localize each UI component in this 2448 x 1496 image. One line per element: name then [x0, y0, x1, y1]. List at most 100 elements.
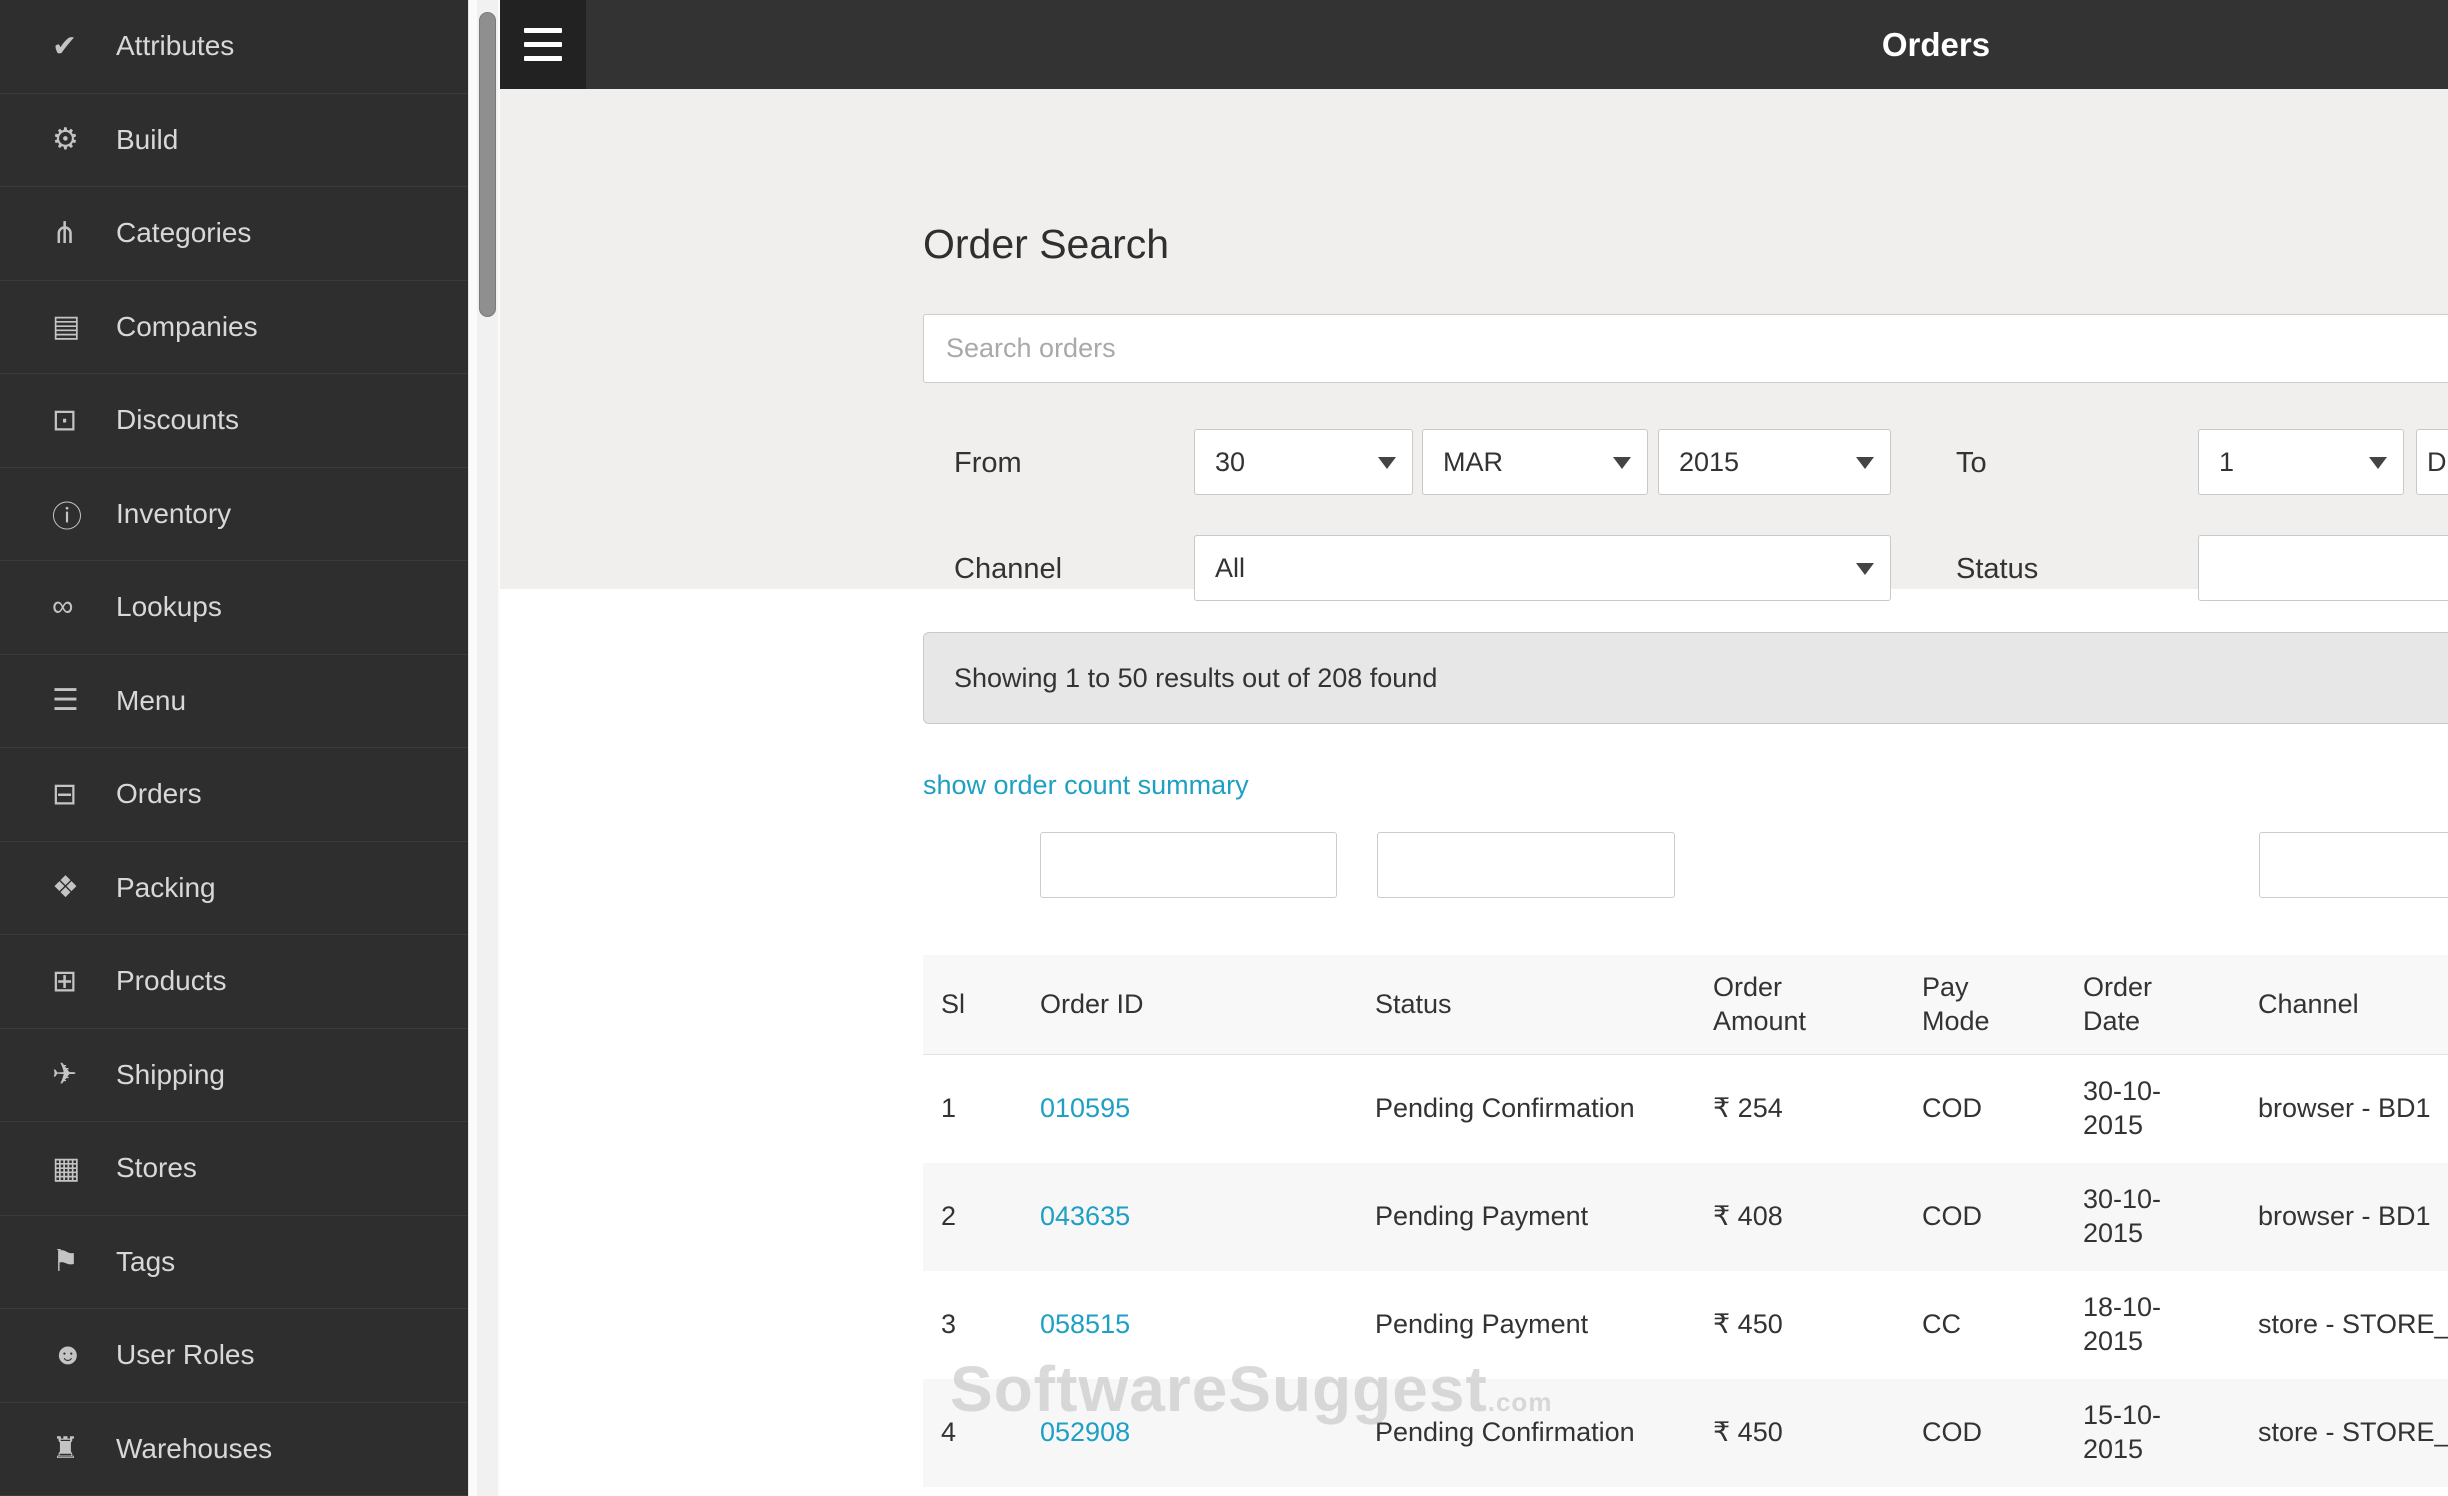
channel-label: Channel	[954, 553, 1063, 585]
from-year-select[interactable]: 2015	[1658, 429, 1891, 495]
banknote-icon: ⊡	[52, 403, 78, 437]
cell-pay-mode: CC	[1922, 1309, 1961, 1340]
sidebar-item-label: Shipping	[116, 1058, 225, 1090]
cell-channel: browser - BD1	[2258, 1201, 2431, 1232]
check-icon: ✔	[52, 29, 78, 63]
cell-status: Pending Payment	[1375, 1201, 1589, 1232]
to-month-select[interactable]: D	[2416, 429, 2448, 495]
cell-channel: browser - BD1	[2258, 1093, 2431, 1124]
cell-channel: store - STORE_	[2258, 1309, 2448, 1340]
sidebar-item-label: Menu	[116, 684, 187, 716]
header-order-date: Order Date	[2083, 971, 2153, 1036]
cell-order-date: 30-10-2015	[2083, 1076, 2162, 1140]
chevron-down-icon	[1613, 457, 1631, 469]
status-label: Status	[1956, 553, 2039, 585]
warehouse-icon: ♜	[52, 1432, 79, 1466]
cell-sl: 3	[941, 1309, 957, 1340]
header-order-amount: Order Amount	[1713, 971, 1807, 1036]
sidebar-item-label: User Roles	[116, 1339, 255, 1371]
from-day-select[interactable]: 30	[1194, 429, 1413, 495]
order-id-filter-input[interactable]	[1040, 832, 1337, 898]
sidebar-item-orders[interactable]: ⊟ Orders	[0, 748, 468, 842]
sidebar-item-inventory[interactable]: ⓘ Inventory	[0, 468, 468, 561]
tag-icon: ⚑	[52, 1245, 79, 1279]
header-pay-mode: Pay Mode	[1922, 971, 1990, 1036]
sidebar-item-label: Categories	[116, 217, 252, 249]
status-filter-input[interactable]	[1377, 832, 1675, 898]
cell-sl: 2	[941, 1201, 957, 1232]
sidebar-item-products[interactable]: ⊞ Products	[0, 935, 468, 1029]
page-title: Orders	[1881, 26, 1991, 63]
status-select[interactable]	[2198, 535, 2448, 601]
order-count-summary-link[interactable]: show order count summary	[923, 770, 1249, 801]
results-summary-text: Showing 1 to 50 results out of 208 found	[954, 662, 1438, 693]
truck-icon: ✈	[52, 1058, 78, 1092]
chevron-down-icon	[1856, 457, 1874, 469]
sidebar-scrollbar[interactable]	[468, 0, 500, 1496]
sidebar-item-user-roles[interactable]: ☻ User Roles	[0, 1309, 468, 1403]
gears-icon: ⚙	[52, 123, 79, 157]
sidebar-item-companies[interactable]: ▤ Companies	[0, 281, 468, 374]
to-day-select[interactable]: 1	[2198, 429, 2404, 495]
results-summary-bar: Showing 1 to 50 results out of 208 found	[923, 632, 2448, 724]
search-orders-input[interactable]	[923, 314, 2448, 383]
table-body: 1 010595 Pending Confirmation ₹ 254 COD …	[923, 1055, 2448, 1487]
money-icon: ⊟	[52, 777, 78, 811]
orders-table: Sl Order ID Status Order Amount Pay Mode…	[923, 955, 2448, 1487]
order-search-panel: Order Search From 30 MAR 2015 To 1 D Cha…	[500, 89, 2448, 601]
from-year-value: 2015	[1679, 446, 1740, 477]
cell-channel: store - STORE_	[2258, 1417, 2448, 1448]
sidebar-item-attributes[interactable]: ✔ Attributes	[0, 0, 468, 94]
chevron-down-icon	[2369, 457, 2387, 469]
sidebar-item-lookups[interactable]: ∞ Lookups	[0, 561, 468, 655]
cell-status: Pending Confirmation	[1375, 1093, 1635, 1124]
cell-amount: ₹ 408	[1713, 1201, 1783, 1232]
sidebar-item-label: Inventory	[116, 497, 232, 529]
cell-status: Pending Payment	[1375, 1309, 1589, 1340]
sidebar-item-warehouses[interactable]: ♜ Warehouses	[0, 1403, 468, 1496]
order-id-link[interactable]: 058515	[1040, 1308, 1130, 1342]
cell-amount: ₹ 450	[1713, 1309, 1783, 1340]
sidebar-item-menu[interactable]: ☰ Menu	[0, 655, 468, 748]
chevron-down-icon	[1378, 457, 1396, 469]
channel-select[interactable]: All	[1194, 535, 1891, 601]
from-day-value: 30	[1215, 446, 1246, 477]
sidebar-item-label: Discounts	[116, 404, 239, 436]
sidebar-item-discounts[interactable]: ⊡ Discounts	[0, 374, 468, 468]
users-icon: ☻	[52, 1338, 84, 1372]
store-building-icon: ▦	[52, 1151, 81, 1185]
sidebar-item-build[interactable]: ⚙ Build	[0, 94, 468, 187]
sidebar-item-label: Products	[116, 965, 227, 997]
cell-sl: 4	[941, 1417, 957, 1448]
cell-pay-mode: COD	[1922, 1417, 1982, 1448]
cell-status: Pending Confirmation	[1375, 1417, 1635, 1448]
sidebar-item-label: Tags	[116, 1245, 176, 1277]
cell-order-date: 30-10-2015	[2083, 1184, 2162, 1248]
header-channel: Channel	[2258, 988, 2359, 1019]
sidebar-item-label: Orders	[116, 778, 202, 810]
cell-pay-mode: COD	[1922, 1201, 1982, 1232]
order-id-link[interactable]: 010595	[1040, 1092, 1130, 1126]
from-label: From	[954, 447, 1022, 479]
from-month-select[interactable]: MAR	[1422, 429, 1648, 495]
sidebar-item-label: Companies	[116, 310, 258, 342]
sidebar-item-packing[interactable]: ❖ Packing	[0, 842, 468, 935]
sidebar-item-tags[interactable]: ⚑ Tags	[0, 1216, 468, 1309]
to-label: To	[1956, 447, 1987, 479]
sidebar-item-categories[interactable]: ⋔ Categories	[0, 187, 468, 281]
sidebar-item-shipping[interactable]: ✈ Shipping	[0, 1029, 468, 1122]
cell-pay-mode: COD	[1922, 1093, 1982, 1124]
table-row: 2 043635 Pending Payment ₹ 408 COD 30-10…	[923, 1163, 2448, 1271]
channel-filter-input[interactable]	[2259, 832, 2448, 898]
cell-order-date: 18-10-2015	[2083, 1292, 2162, 1356]
order-id-link[interactable]: 052908	[1040, 1416, 1130, 1450]
cell-amount: ₹ 254	[1713, 1093, 1783, 1124]
sidebar-item-label: Packing	[116, 871, 216, 903]
order-id-link[interactable]: 043635	[1040, 1200, 1130, 1234]
sidebar-item-label: Lookups	[116, 591, 222, 623]
cell-amount: ₹ 450	[1713, 1417, 1783, 1448]
scrollbar-thumb[interactable]	[479, 12, 496, 317]
cell-order-date: 15-10-2015	[2083, 1400, 2162, 1464]
gift-icon: ⊞	[52, 964, 78, 998]
sidebar-item-stores[interactable]: ▦ Stores	[0, 1122, 468, 1216]
